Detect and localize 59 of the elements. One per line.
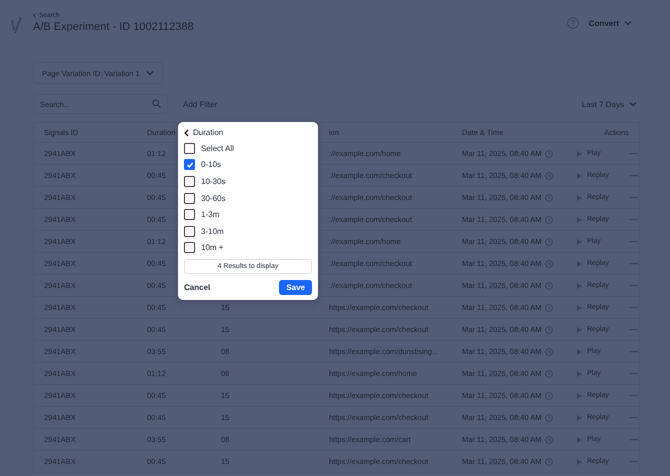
chevron-left-icon <box>184 128 189 136</box>
date-range-dropdown[interactable]: Last 7 Days <box>582 100 637 108</box>
play-icon <box>577 304 582 310</box>
checkbox[interactable] <box>184 242 195 254</box>
play-icon <box>577 370 582 376</box>
option-label: Select All <box>201 144 234 153</box>
play-icon <box>577 436 582 442</box>
dialog-back-button[interactable]: Duration <box>184 127 224 138</box>
option-label: 1-3m <box>201 210 220 220</box>
help-icon[interactable] <box>566 17 579 29</box>
clock-icon <box>544 348 552 356</box>
page-title: A/B Experiment - ID 1002112388 <box>33 21 194 33</box>
clock-icon <box>544 414 552 422</box>
chevron-down-icon <box>624 20 632 26</box>
play-icon <box>577 172 582 178</box>
option-label: 3-10m <box>201 226 224 236</box>
checkbox[interactable] <box>184 226 195 237</box>
checkbox[interactable] <box>184 159 195 170</box>
search-icon <box>152 98 161 108</box>
chevron-left-icon <box>33 13 36 18</box>
clock-icon <box>544 172 552 180</box>
clock-icon <box>544 304 552 312</box>
play-icon <box>577 414 582 420</box>
checkbox[interactable] <box>184 142 195 154</box>
add-filter-button[interactable]: Add Filter <box>183 100 218 108</box>
checkbox[interactable] <box>184 209 195 220</box>
save-button[interactable]: Save <box>279 280 312 296</box>
clock-icon <box>544 458 552 466</box>
play-icon <box>577 150 582 156</box>
play-icon <box>577 260 582 266</box>
option-label: 10m + <box>201 243 224 252</box>
play-icon <box>577 194 582 200</box>
clock-icon <box>544 238 552 246</box>
play-icon <box>577 216 582 222</box>
clock-icon <box>544 282 552 290</box>
checkbox[interactable] <box>184 192 195 204</box>
convert-menu[interactable]: Convert <box>588 18 632 28</box>
play-icon <box>577 348 582 354</box>
clock-icon <box>544 216 552 224</box>
chevron-down-icon <box>629 101 637 107</box>
clock-icon <box>544 370 552 378</box>
clock-icon <box>544 260 552 268</box>
checkbox[interactable] <box>184 176 195 187</box>
play-icon <box>577 458 582 464</box>
clock-icon <box>544 194 552 202</box>
clock-icon <box>544 150 552 158</box>
clock-icon <box>544 436 552 444</box>
option-label: 0-10s <box>201 160 222 170</box>
option-label: 30-60s <box>201 194 226 203</box>
logo-icon <box>10 16 24 34</box>
clock-icon <box>544 392 552 400</box>
cancel-button[interactable]: Cancel <box>184 283 210 292</box>
play-icon <box>577 238 582 244</box>
play-icon <box>577 282 582 288</box>
clock-icon <box>544 326 552 334</box>
play-icon <box>577 392 582 398</box>
play-icon <box>577 326 582 332</box>
option-label: 10-30s <box>201 176 226 186</box>
chevron-down-icon <box>146 70 154 76</box>
